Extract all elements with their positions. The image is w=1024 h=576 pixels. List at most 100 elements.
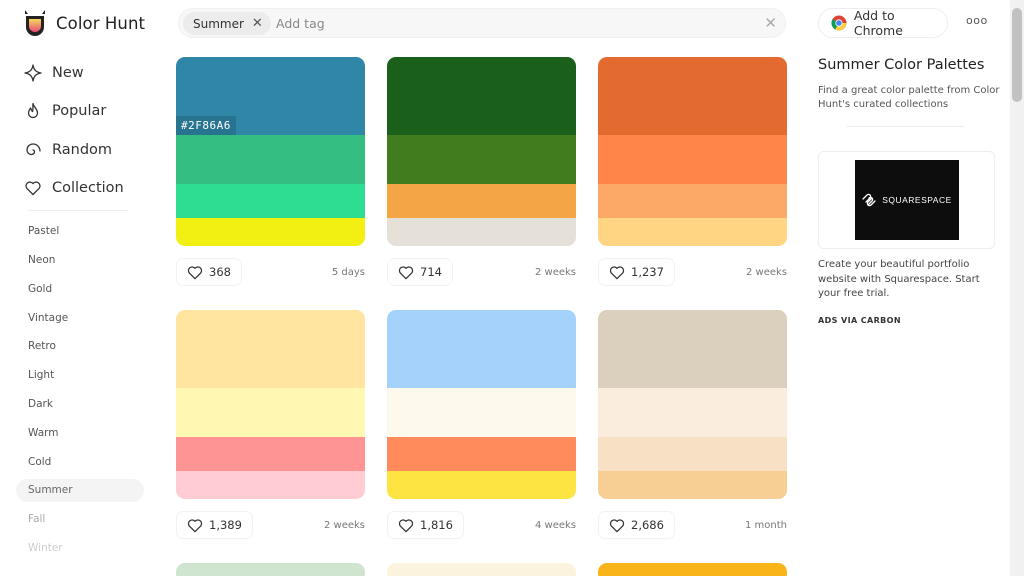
palette[interactable]: [387, 563, 576, 576]
heart-icon: [398, 265, 414, 279]
tag-link-summer[interactable]: Summer: [16, 479, 144, 502]
nav-random[interactable]: Random: [24, 139, 112, 161]
palette-swatch[interactable]: [387, 437, 576, 471]
like-button[interactable]: 714: [387, 258, 453, 286]
add-to-chrome-label: Add to Chrome: [853, 8, 903, 38]
palette-swatch[interactable]: [598, 388, 787, 437]
tag-link-neon[interactable]: Neon: [28, 254, 55, 266]
search-tag-chip[interactable]: Summer ✕: [183, 12, 271, 35]
palette-swatch[interactable]: [176, 218, 365, 246]
add-tag-input[interactable]: [276, 13, 736, 33]
page-scrollbar[interactable]: [1010, 0, 1024, 576]
palette[interactable]: [387, 57, 576, 246]
flame-icon: [27, 102, 39, 119]
palette-swatch[interactable]: [176, 388, 365, 437]
more-menu-icon[interactable]: ooo: [966, 14, 988, 27]
like-count: 368: [209, 265, 231, 279]
palette[interactable]: #2F86A6: [176, 57, 365, 246]
palette-date: 2 weeks: [534, 267, 576, 278]
page-title: Summer Color Palettes: [818, 57, 985, 73]
palette[interactable]: [387, 310, 576, 499]
remove-tag-icon[interactable]: ✕: [252, 16, 263, 31]
nav-new-label: New: [52, 65, 84, 81]
page-description: Find a great color palette from Color Hu…: [818, 85, 1000, 110]
palette-date: 5 days: [331, 267, 365, 278]
chrome-icon: [831, 15, 847, 31]
heart-icon: [609, 265, 625, 279]
app-name: Color Hunt: [56, 13, 146, 33]
like-count: 2,686: [631, 518, 664, 532]
logo[interactable]: Color Hunt: [22, 9, 145, 37]
like-button[interactable]: 1,816: [387, 511, 464, 539]
nav-new[interactable]: New: [24, 62, 84, 84]
like-count: 1,389: [209, 518, 242, 532]
ad-text[interactable]: Create your beautiful portfolio website …: [818, 258, 996, 302]
palette-swatch[interactable]: [176, 471, 365, 499]
tag-link-winter[interactable]: Winter: [28, 542, 63, 554]
tag-link-vintage[interactable]: Vintage: [28, 312, 68, 324]
like-button[interactable]: 1,389: [176, 511, 253, 539]
like-button[interactable]: 1,237: [598, 258, 675, 286]
tag-link-retro[interactable]: Retro: [28, 340, 56, 352]
ads-via-carbon-link[interactable]: ADS VIA CARBON: [818, 316, 901, 325]
palette-swatch[interactable]: [598, 471, 787, 499]
palette-date: 2 weeks: [323, 520, 365, 531]
palette-swatch[interactable]: [598, 57, 787, 135]
palette-swatch[interactable]: [387, 218, 576, 246]
nav-random-label: Random: [52, 142, 113, 158]
palette-swatch[interactable]: [176, 184, 365, 218]
palette-swatch[interactable]: [387, 471, 576, 499]
squarespace-icon: [862, 193, 876, 207]
palette[interactable]: [176, 563, 365, 576]
nav-collection-label: Collection: [52, 180, 124, 196]
nav-popular[interactable]: Popular: [24, 100, 106, 122]
ad-banner[interactable]: SQUARESPACE: [818, 151, 995, 249]
heart-icon: [609, 518, 625, 532]
palette[interactable]: [598, 57, 787, 246]
panel-divider: [846, 126, 964, 127]
like-button[interactable]: 2,686: [598, 511, 675, 539]
clear-search-icon[interactable]: ✕: [764, 14, 777, 32]
tag-link-gold[interactable]: Gold: [28, 283, 52, 295]
heart-icon: [25, 181, 41, 196]
palette[interactable]: [598, 310, 787, 499]
add-to-chrome-button[interactable]: Add to Chrome: [818, 8, 948, 38]
hex-code-label[interactable]: #2F86A6: [176, 116, 236, 135]
color-hunt-logo-icon: [25, 10, 45, 36]
palette[interactable]: [598, 563, 787, 576]
spiral-icon: [26, 143, 41, 156]
heart-icon: [187, 265, 203, 279]
like-count: 714: [420, 265, 442, 279]
like-button[interactable]: 368: [176, 258, 242, 286]
sidebar-divider: [28, 210, 128, 211]
palette-swatch[interactable]: [387, 135, 576, 184]
tag-link-dark[interactable]: Dark: [28, 398, 53, 410]
palette-date: 2 weeks: [745, 267, 787, 278]
palette[interactable]: [176, 310, 365, 499]
palette-swatch[interactable]: [176, 135, 365, 184]
tag-chip-label: Summer: [193, 16, 244, 31]
palette-swatch[interactable]: [598, 310, 787, 388]
tag-link-warm[interactable]: Warm: [28, 427, 59, 439]
palette-swatch[interactable]: [598, 184, 787, 218]
palette-swatch[interactable]: [598, 218, 787, 246]
tag-link-pastel[interactable]: Pastel: [28, 225, 59, 237]
palette-swatch[interactable]: #2F86A6: [176, 57, 365, 135]
palette-swatch[interactable]: [176, 310, 365, 388]
nav-collection[interactable]: Collection: [24, 177, 124, 199]
scrollbar-thumb[interactable]: [1012, 8, 1022, 102]
like-count: 1,816: [420, 518, 453, 532]
palette-swatch[interactable]: [598, 437, 787, 471]
palette-swatch[interactable]: [387, 57, 576, 135]
palette-swatch[interactable]: [387, 388, 576, 437]
tag-link-fall[interactable]: Fall: [28, 513, 45, 525]
ad-brand-name: SQUARESPACE: [882, 195, 952, 205]
tag-link-cold[interactable]: Cold: [28, 456, 51, 468]
tag-link-light[interactable]: Light: [28, 369, 54, 381]
squarespace-logo: SQUARESPACE: [854, 160, 959, 240]
palette-swatch[interactable]: [598, 135, 787, 184]
palette-swatch[interactable]: [387, 184, 576, 218]
tag-search-bar: Summer ✕ ✕: [178, 8, 786, 38]
palette-swatch[interactable]: [387, 310, 576, 388]
palette-swatch[interactable]: [176, 437, 365, 471]
